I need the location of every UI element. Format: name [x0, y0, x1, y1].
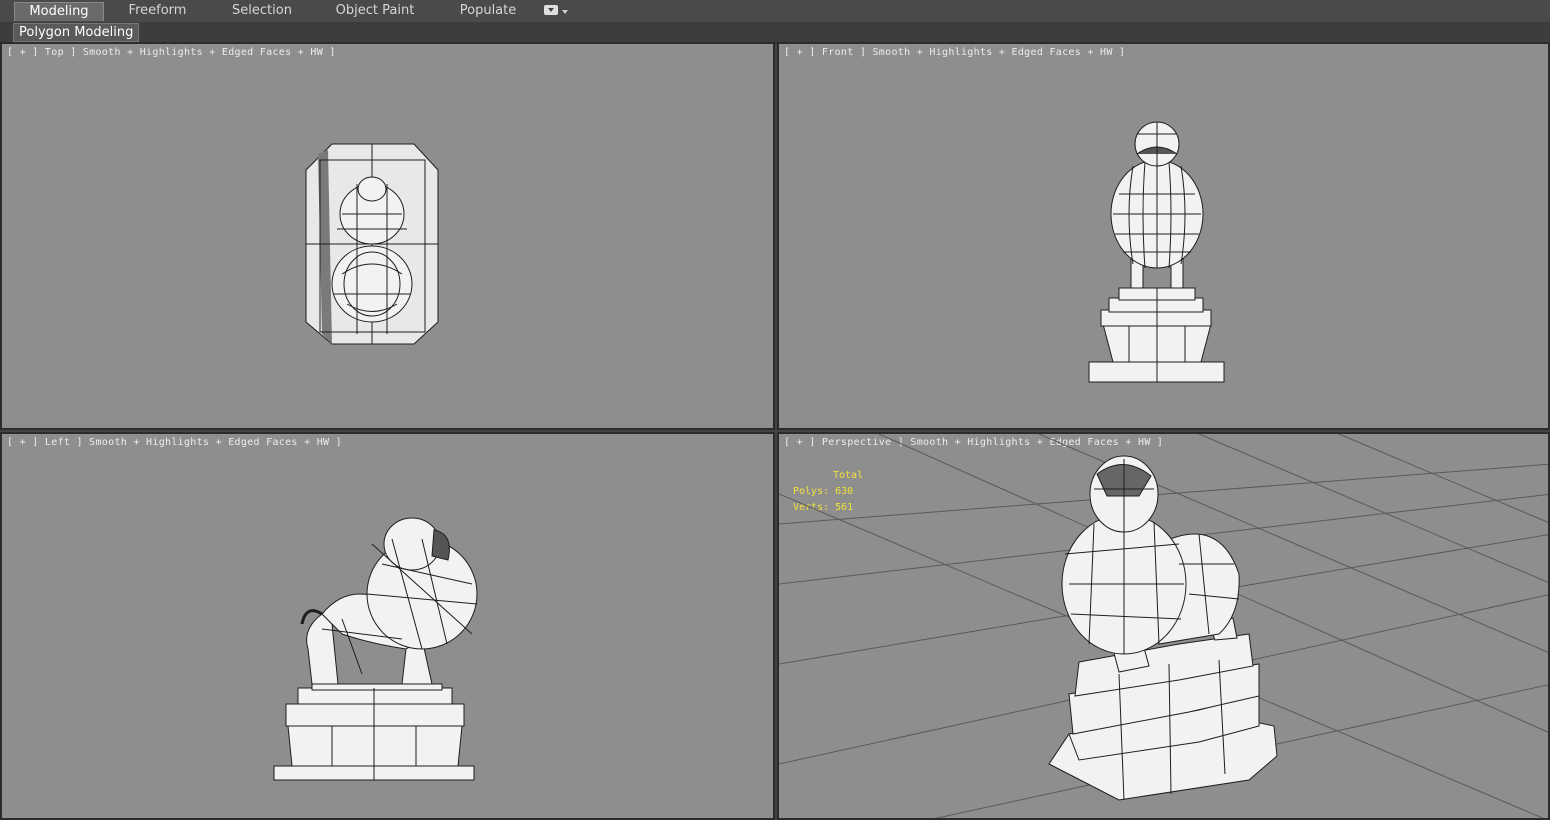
dropdown-menu-icon[interactable] — [544, 5, 558, 15]
ribbon-tab-bar: Modeling Freeform Selection Object Paint… — [0, 0, 1550, 23]
tab-populate[interactable]: Populate — [452, 2, 524, 20]
viewport-top[interactable]: [ + ] Top ] Smooth + Highlights + Edged … — [0, 42, 775, 430]
tab-selection[interactable]: Selection — [222, 2, 302, 20]
viewport-front[interactable]: [ + ] Front ] Smooth + Highlights + Edge… — [777, 42, 1550, 430]
tab-object-paint[interactable]: Object Paint — [332, 2, 418, 20]
tab-freeform[interactable]: Freeform — [120, 2, 195, 20]
polygon-modeling-button[interactable]: Polygon Modeling — [13, 23, 140, 42]
perspective-view-model — [779, 434, 1548, 818]
front-view-model — [1088, 121, 1225, 383]
tab-modeling[interactable]: Modeling — [14, 2, 104, 21]
viewport-perspective[interactable]: [ + ] Perspective ] Smooth + Highlights … — [777, 432, 1550, 820]
viewport-left[interactable]: [ + ] Left ] Smooth + Highlights + Edged… — [0, 432, 775, 820]
top-view-model — [305, 143, 439, 345]
chevron-down-icon[interactable] — [562, 10, 568, 14]
ribbon-panel-bar: Polygon Modeling — [0, 22, 1550, 43]
left-view-model — [273, 517, 478, 781]
